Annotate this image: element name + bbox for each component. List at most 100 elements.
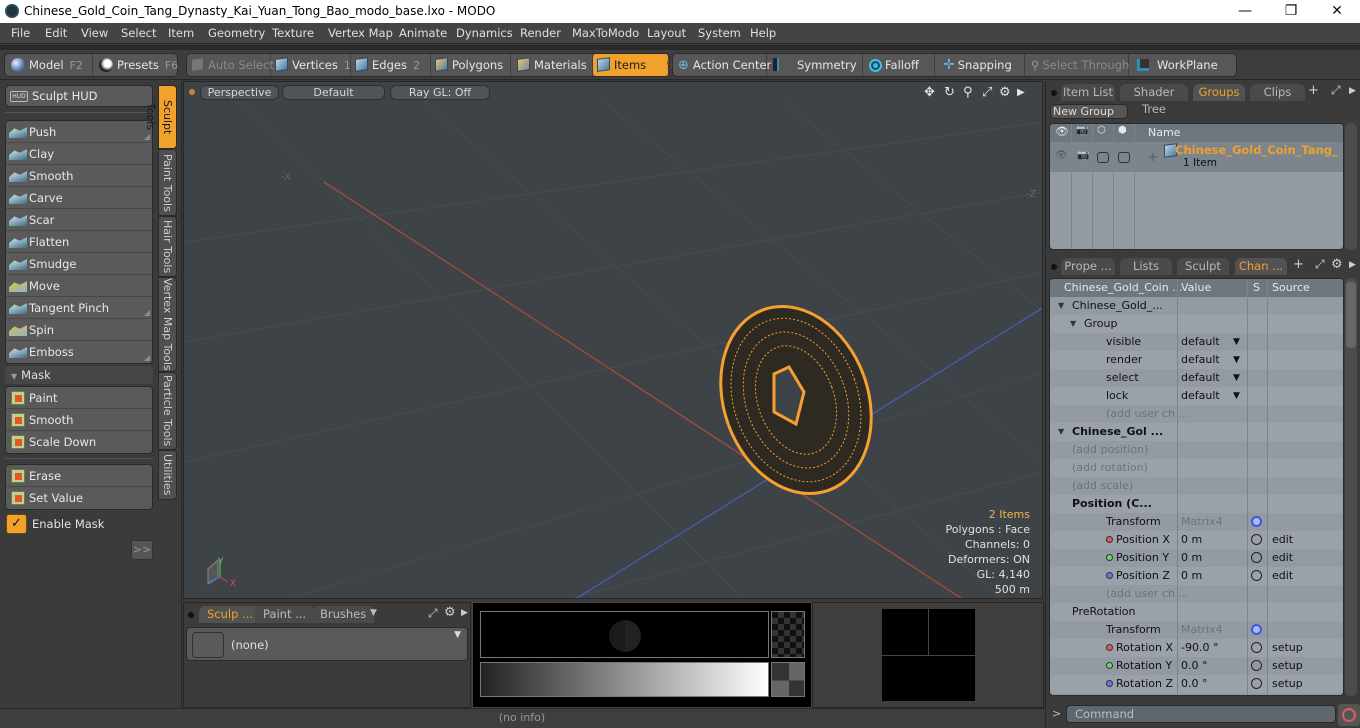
expand-triangle-icon[interactable]: ▼ — [1058, 297, 1064, 315]
view-type-dropdown[interactable]: Perspective — [200, 85, 279, 100]
tool-move[interactable]: Move — [6, 275, 152, 297]
maximize-button[interactable]: ❐ — [1268, 0, 1314, 23]
expand-arrow-icon[interactable]: ▶ — [461, 608, 468, 618]
keyframe-toggle-icon[interactable] — [1251, 552, 1262, 563]
tab-groups[interactable]: Groups — [1193, 84, 1245, 101]
viewport-menu-dot-icon[interactable] — [189, 89, 195, 95]
command-input[interactable]: Command — [1066, 705, 1336, 723]
falloff-button[interactable]: Falloff — [863, 54, 935, 76]
mask-erase[interactable]: Erase — [6, 465, 152, 487]
3d-viewport[interactable]: -X -Z Y X Perspective Default Ray GL: Of… — [183, 81, 1043, 599]
tab-shader-tree[interactable]: Shader Tree — [1120, 84, 1188, 116]
channel-row[interactable]: Position (C... — [1050, 495, 1343, 513]
model-button[interactable]: Model F2 — [5, 54, 93, 76]
channel-row[interactable]: select default ▼ — [1050, 369, 1343, 387]
tool-push[interactable]: Push — [6, 121, 152, 143]
panel-menu-dot-icon[interactable] — [1051, 264, 1057, 270]
expand-arrow-icon[interactable]: ▶ — [1017, 87, 1025, 98]
channel-row[interactable]: (add rotation) — [1050, 459, 1343, 477]
brush-selector[interactable]: (none) ▼ — [186, 627, 468, 661]
render-column-icon[interactable]: 📷 — [1076, 125, 1088, 136]
tool-smooth[interactable]: Smooth — [6, 165, 152, 187]
shading-dropdown[interactable]: Default — [282, 85, 385, 100]
pan-icon[interactable]: ✥ — [924, 85, 935, 100]
channel-row[interactable]: (add position) — [1050, 441, 1343, 459]
tool-spin[interactable]: Spin — [6, 319, 152, 341]
channel-row[interactable]: ▼ Group — [1050, 315, 1343, 333]
tool-scar[interactable]: Scar — [6, 209, 152, 231]
raygl-dropdown[interactable]: Ray GL: Off — [390, 85, 490, 100]
rotate-icon[interactable]: ↻ — [944, 85, 955, 100]
tool-smudge[interactable]: Smudge — [6, 253, 152, 275]
presets-button[interactable]: Presets F6 — [93, 54, 179, 76]
maximize-icon[interactable]: ⤢ — [1315, 257, 1325, 272]
lock-column-icon[interactable]: ⬢ — [1118, 125, 1127, 136]
alpha-preview[interactable] — [771, 611, 805, 658]
grayscale-gradient[interactable] — [480, 662, 769, 697]
record-button[interactable] — [1338, 704, 1360, 726]
channel-value[interactable]: 0 m — [1181, 531, 1202, 549]
tool-flatten[interactable]: Flatten — [6, 231, 152, 253]
mask-paint[interactable]: Paint — [6, 387, 152, 409]
channel-row[interactable]: Rotation Z 0.0 ° setup — [1050, 675, 1343, 693]
maximize-icon[interactable]: ⤢ — [982, 85, 992, 100]
visibility-toggle-icon[interactable]: 👁 — [1055, 150, 1068, 161]
symmetry-button[interactable]: Symmetry — [767, 54, 863, 76]
enable-mask-checkbox[interactable]: ✓ — [6, 514, 27, 534]
menu-file[interactable]: File — [11, 26, 30, 40]
group-row[interactable]: 👁 📷 + Chinese_Gold_Coin_Tang_ ... 1 Item — [1050, 142, 1343, 172]
menu-help[interactable]: Help — [750, 26, 776, 40]
tool-clay[interactable]: Clay — [6, 143, 152, 165]
channel-value[interactable]: Matrix4 — [1181, 513, 1223, 531]
mask-scale-down[interactable]: Scale Down — [6, 431, 152, 453]
action-center-button[interactable]: ⊕ Action Center — [673, 54, 771, 76]
new-group-button[interactable]: New Group — [1050, 104, 1128, 119]
close-button[interactable]: ✕ — [1314, 0, 1360, 23]
gear-icon[interactable]: ⚙ — [444, 605, 456, 620]
menu-layout[interactable]: Layout — [647, 26, 686, 40]
tab-dropdown-icon[interactable]: ▼ — [370, 608, 377, 618]
groups-scrollbar[interactable] — [1345, 123, 1357, 250]
expand-arrow-icon[interactable]: ▶ — [1349, 86, 1356, 96]
color-preview[interactable] — [480, 611, 769, 658]
menu-maxtomodo[interactable]: MaxToModo — [572, 26, 639, 40]
zoom-icon[interactable]: ⚲ — [963, 85, 973, 100]
channel-row[interactable]: (add scale) — [1050, 477, 1343, 495]
tab-paint-tools[interactable]: Paint Tools — [158, 149, 177, 216]
channel-value[interactable]: default — [1181, 333, 1220, 351]
channel-value[interactable]: default — [1181, 387, 1220, 405]
channel-row[interactable]: (add user ch ... — [1050, 405, 1343, 423]
expand-triangle-icon[interactable]: ▼ — [1058, 423, 1064, 441]
channel-row[interactable]: Position X 0 m edit — [1050, 531, 1343, 549]
keyframe-toggle-icon[interactable] — [1251, 570, 1262, 581]
channel-value[interactable]: Matrix4 — [1181, 621, 1223, 639]
tab-lists[interactable]: Lists — [1120, 258, 1172, 275]
channel-row[interactable]: PreRotation — [1050, 603, 1343, 621]
tab-sculpt[interactable]: Sculpt — [1177, 258, 1229, 275]
tool-carve[interactable]: Carve — [6, 187, 152, 209]
channel-value[interactable]: -90.0 ° — [1181, 639, 1218, 657]
dropdown-arrow-icon[interactable]: ▼ — [1233, 333, 1240, 351]
channel-row[interactable]: render default ▼ — [1050, 351, 1343, 369]
channel-value[interactable]: default — [1181, 351, 1220, 369]
channel-value[interactable]: 0.0 ° — [1181, 657, 1208, 675]
channel-value[interactable]: default — [1181, 369, 1220, 387]
mask-set-value[interactable]: Set Value — [6, 487, 152, 509]
tab-paint[interactable]: Paint ... — [255, 606, 315, 623]
menu-edit[interactable]: Edit — [45, 26, 67, 40]
tab-properties[interactable]: Prope ... — [1061, 258, 1115, 275]
vertices-button[interactable]: Vertices 1 — [271, 54, 351, 76]
channel-row[interactable]: Position Y 0 m edit — [1050, 549, 1343, 567]
tab-vertex-map-tools[interactable]: Vertex Map Tools — [158, 277, 177, 372]
keyframe-toggle-icon[interactable] — [1251, 642, 1262, 653]
tab-utilities[interactable]: Utilities — [158, 450, 177, 500]
channel-row[interactable]: visible default ▼ — [1050, 333, 1343, 351]
tool-emboss[interactable]: Emboss — [6, 341, 152, 363]
alpha-swatch[interactable] — [771, 662, 805, 697]
tab-sculpt-tools[interactable]: Sculpt Tools — [144, 85, 177, 149]
channel-row[interactable]: Transform Matrix4 — [1050, 621, 1343, 639]
mask-section-header[interactable]: ▼ Mask — [5, 366, 153, 384]
menu-item[interactable]: Item — [168, 26, 194, 40]
menu-animate[interactable]: Animate — [399, 26, 447, 40]
select-toggle[interactable] — [1097, 152, 1109, 163]
